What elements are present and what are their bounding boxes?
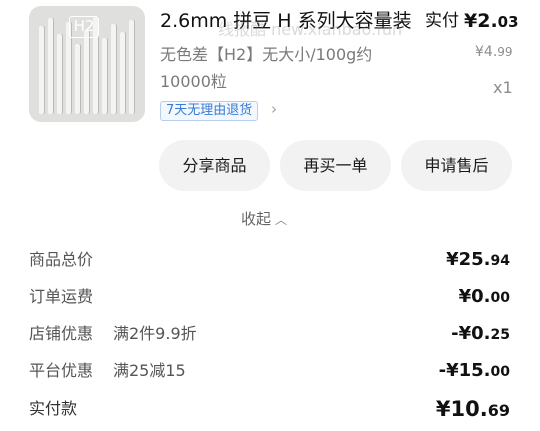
paid-total-dec: 69 <box>487 401 510 420</box>
quantity: x1 <box>493 78 513 97</box>
product-spec: 无色差【H2】无大小/100g约10000粒 <box>160 45 373 91</box>
platform-discount-desc: 满25减15 <box>113 361 186 380</box>
shipping-dec: 00 <box>490 290 510 306</box>
summary-row-shipping: 订单运费 ¥0.00 <box>0 279 540 315</box>
platform-discount-dec: 00 <box>490 364 510 380</box>
product-thumbnail[interactable]: H2 <box>29 6 145 122</box>
store-discount-dec: 25 <box>490 327 510 343</box>
chevron-right-icon[interactable]: › <box>271 100 277 118</box>
shipping-label: 订单运费 <box>29 287 94 306</box>
after-sale-button[interactable]: 申请售后 <box>401 140 512 191</box>
subtotal-int: ¥25. <box>446 249 491 270</box>
original-price-dec: 99 <box>497 45 513 59</box>
platform-discount-amount: -¥15.00 <box>439 358 510 385</box>
action-bar: 分享商品 再买一单 申请售后 <box>0 140 540 192</box>
return-policy-tag[interactable]: 7天无理由退货 <box>160 101 259 121</box>
store-discount-amount: -¥0.25 <box>451 321 510 348</box>
subtotal-amount: ¥25.94 <box>446 247 510 274</box>
platform-discount-int: -¥15. <box>438 360 491 381</box>
shipping-amount: ¥0.00 <box>459 284 510 311</box>
product-title[interactable]: 2.6mm 拼豆 H 系列大容量装 <box>160 8 415 34</box>
share-product-button[interactable]: 分享商品 <box>159 140 270 191</box>
original-price: ¥4.99 <box>475 44 513 60</box>
paid-price-dec: 03 <box>497 13 519 31</box>
store-discount-label: 店铺优惠 <box>29 324 94 343</box>
paid-total-amount: ¥10.69 <box>436 396 510 424</box>
collapse-label: 收起 <box>241 210 272 228</box>
paid-price-label: 实付 <box>425 11 459 31</box>
paid-total-label: 实付款 <box>29 399 78 418</box>
original-price-int: ¥4. <box>475 44 498 60</box>
subtotal-label: 商品总价 <box>29 250 94 269</box>
platform-discount-label: 平台优惠 <box>29 361 94 380</box>
subtotal-dec: 94 <box>490 253 510 269</box>
rebuy-button[interactable]: 再买一单 <box>280 140 391 191</box>
summary-row-subtotal: 商品总价 ¥25.94 <box>0 242 540 278</box>
paid-price-int: ¥2. <box>464 10 498 32</box>
collapse-toggle[interactable]: 收起 ︿ <box>241 207 287 232</box>
summary-row-platform-discount: 平台优惠 满25减15 -¥15.00 <box>0 353 540 389</box>
summary-row-paid: 实付款 ¥10.69 <box>0 391 540 427</box>
product-card[interactable]: H2 2.6mm 拼豆 H 系列大容量装 实付 ¥2.03 无色差【H2】无大小… <box>0 0 540 128</box>
shipping-int: ¥0. <box>458 286 491 307</box>
thumbnail-badge: H2 <box>69 16 99 38</box>
paid-total-int: ¥10. <box>435 397 488 421</box>
store-discount-desc: 满2件9.9折 <box>113 324 197 343</box>
chevron-up-icon: ︿ <box>275 213 288 227</box>
store-discount-int: -¥0. <box>451 323 491 344</box>
paid-price: ¥2.03 <box>464 8 519 35</box>
summary-row-store-discount: 店铺优惠 满2件9.9折 -¥0.25 <box>0 316 540 352</box>
